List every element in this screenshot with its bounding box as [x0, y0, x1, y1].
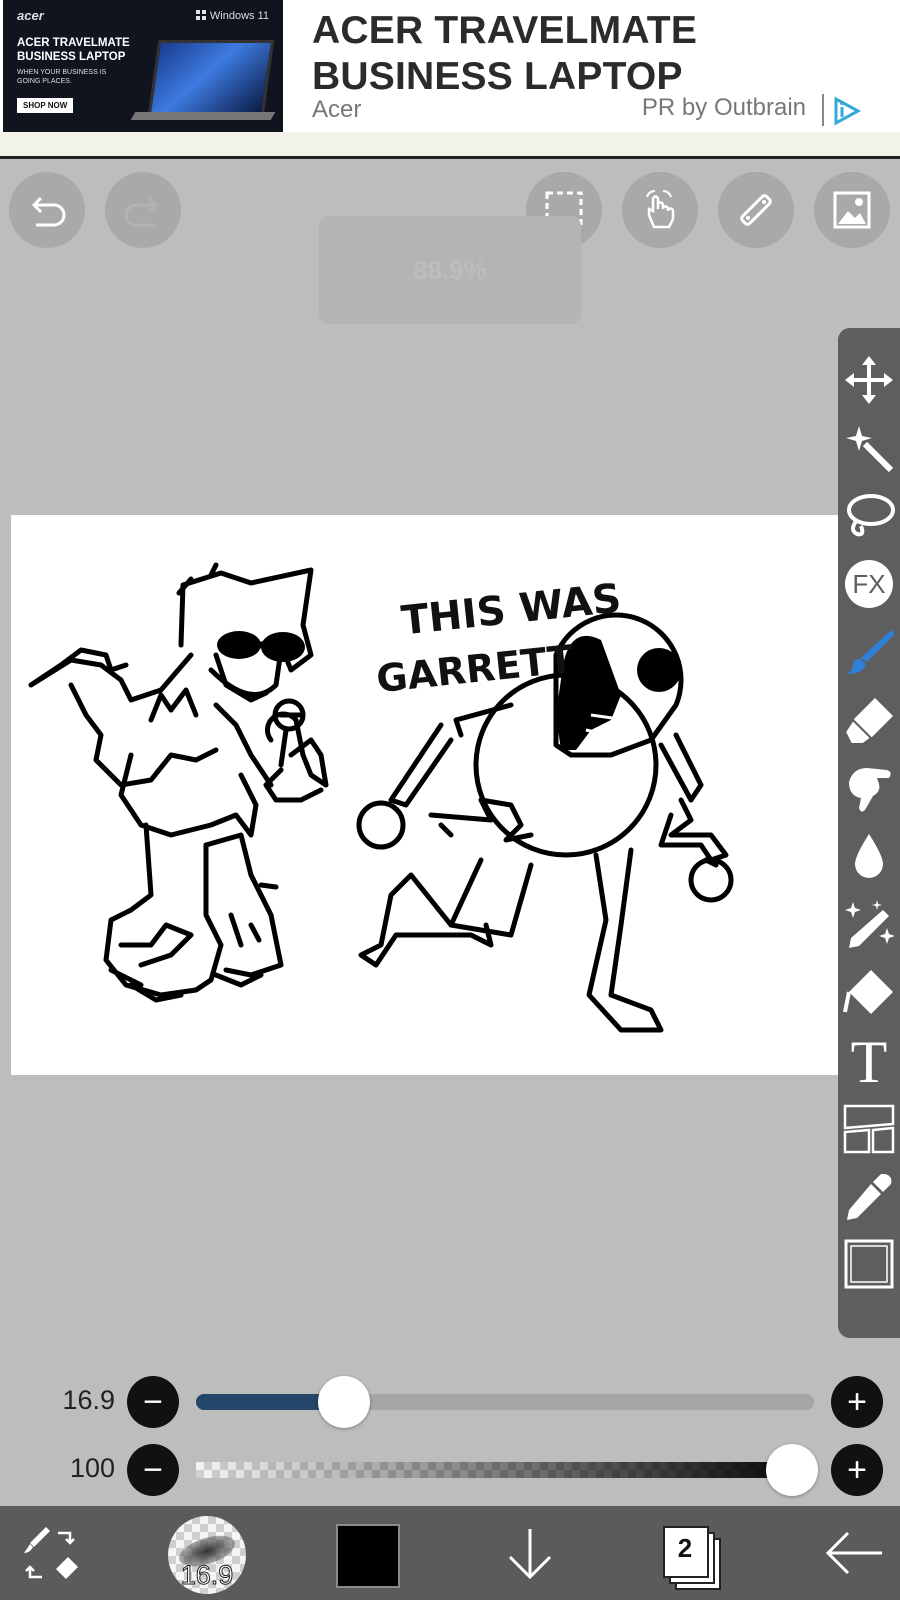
color-swatch-button[interactable]: [336, 1524, 400, 1588]
tool-palette: FX T: [838, 328, 900, 1338]
hand-button[interactable]: [622, 172, 698, 248]
move-icon: [845, 356, 893, 404]
ad-image-cta[interactable]: SHOP NOW: [17, 98, 74, 113]
ad-title[interactable]: ACER TRAVELMATE BUSINESS LAPTOP: [312, 8, 697, 100]
layer-down-button[interactable]: [490, 1506, 570, 1600]
ad-separator: [822, 94, 824, 126]
opacity-slider[interactable]: [196, 1462, 814, 1478]
plus-icon: +: [847, 1383, 867, 1421]
ad-banner[interactable]: acer Windows 11 ACER TRAVELMATE BUSINESS…: [0, 0, 900, 132]
layer-count: 2: [677, 1533, 693, 1563]
ad-image-subline: WHEN YOUR BUSINESS IS GOING PLACES.: [17, 69, 107, 85]
arrow-down-icon: [508, 1529, 552, 1580]
brush-size-increase-button[interactable]: +: [831, 1376, 883, 1428]
bottom-toolbar: [0, 1506, 900, 1600]
ad-bottom-strip: [0, 132, 900, 156]
brush-preview-size: 16.9: [180, 1560, 234, 1591]
ad-image-brand: acer: [17, 8, 44, 23]
tool-text[interactable]: T: [838, 1028, 900, 1092]
opacity-increase-button[interactable]: +: [831, 1444, 883, 1496]
ruler-icon: [740, 194, 772, 226]
brush-size-decrease-button[interactable]: −: [127, 1376, 179, 1428]
brush-icon: [847, 630, 895, 674]
ad-title-line1: ACER TRAVELMATE: [312, 9, 698, 52]
special-pen-icon: [845, 900, 895, 948]
tool-frame-divider[interactable]: [838, 1096, 900, 1160]
magic-wand-icon: [846, 426, 894, 473]
ad-image-headline: ACER TRAVELMATE BUSINESS LAPTOP: [17, 37, 130, 63]
ad-source: Acer: [312, 96, 362, 123]
tool-fx[interactable]: FX: [838, 552, 900, 616]
text-tool-label: T: [851, 1034, 888, 1086]
redo-button[interactable]: [105, 172, 181, 248]
image-icon: [833, 191, 871, 229]
arrow-left-icon: [825, 1531, 882, 1575]
tool-eyedropper[interactable]: [838, 1164, 900, 1228]
minus-icon: −: [143, 1451, 163, 1489]
fill-icon: [843, 970, 893, 1014]
text-icon: T: [851, 1034, 888, 1086]
brush-size-value: 16.9: [62, 1385, 115, 1415]
opacity-value: 100: [69, 1453, 115, 1483]
brush-eraser-swap-icon: [24, 1527, 78, 1579]
opacity-knob[interactable]: [766, 1444, 818, 1496]
tool-smudge[interactable]: [838, 756, 900, 820]
tool-lasso[interactable]: [838, 484, 900, 548]
drawing-canvas[interactable]: THIS WAS GARRETT: [11, 515, 839, 1075]
smudge-icon: [849, 768, 891, 812]
ad-title-line2: BUSINESS LAPTOP: [312, 55, 683, 98]
swap-brush-eraser-button[interactable]: [10, 1506, 90, 1600]
lasso-icon: [847, 494, 895, 537]
blur-icon: [855, 834, 883, 878]
tool-move[interactable]: [838, 348, 900, 412]
frame-divider-icon: [843, 1104, 895, 1154]
canvas-icon: [844, 1239, 894, 1289]
fx-icon: FX: [845, 560, 893, 608]
ad-laptop-base: [130, 112, 276, 120]
plus-icon: +: [847, 1451, 867, 1489]
ad-divider: [0, 156, 900, 159]
minus-icon: −: [143, 1383, 163, 1421]
undo-icon: [31, 196, 66, 227]
eraser-icon: [843, 698, 893, 745]
back-button[interactable]: [814, 1506, 894, 1600]
fx-label: FX: [852, 569, 885, 599]
brush-size-slider[interactable]: [196, 1394, 814, 1410]
tool-fill[interactable]: [838, 960, 900, 1024]
ad-image-windows: Windows 11: [196, 10, 269, 22]
brush-size-knob[interactable]: [318, 1376, 371, 1428]
brush-preview-button[interactable]: 16.9: [168, 1516, 246, 1594]
tool-special-pen[interactable]: [838, 892, 900, 956]
ad-laptop-image: [147, 40, 275, 116]
eyedropper-icon: [847, 1174, 892, 1220]
zoom-indicator: 88.9%: [319, 216, 581, 324]
ad-image[interactable]: acer Windows 11 ACER TRAVELMATE BUSINESS…: [3, 0, 283, 132]
tool-magic-wand[interactable]: [838, 416, 900, 480]
hand-icon: [646, 190, 675, 229]
ruler-button[interactable]: [718, 172, 794, 248]
adchoices-icon[interactable]: [830, 95, 862, 127]
tool-blur[interactable]: [838, 824, 900, 888]
image-import-button[interactable]: [814, 172, 890, 248]
tool-eraser[interactable]: [838, 688, 900, 752]
undo-button[interactable]: [9, 172, 85, 248]
opacity-decrease-button[interactable]: −: [127, 1444, 179, 1496]
tool-canvas[interactable]: [838, 1232, 900, 1296]
tool-brush[interactable]: [838, 620, 900, 684]
redo-icon: [124, 196, 159, 227]
layers-button[interactable]: 2: [663, 1526, 721, 1590]
ad-sponsor[interactable]: PR by Outbrain: [642, 94, 806, 122]
